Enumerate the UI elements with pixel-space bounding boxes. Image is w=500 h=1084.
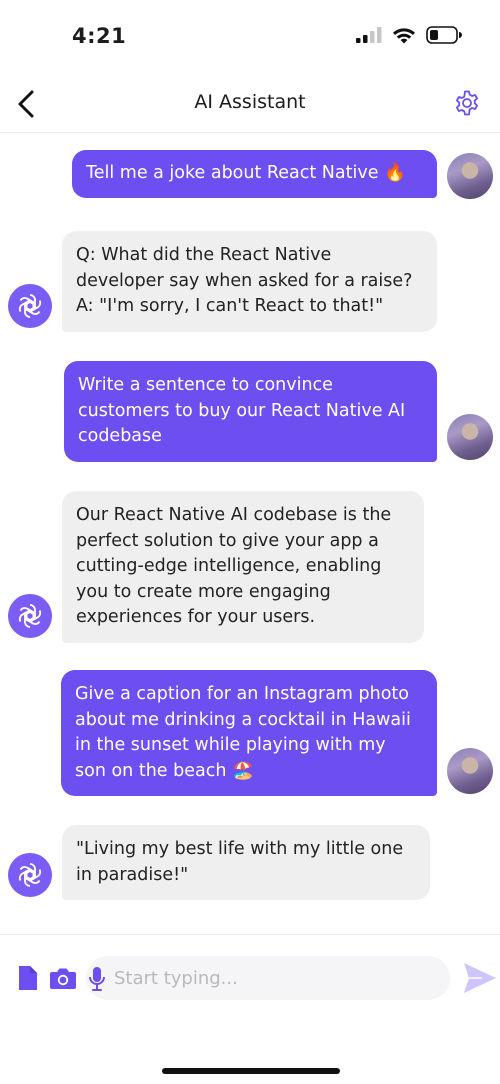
home-indicator [162,1068,340,1074]
message-input[interactable] [86,956,450,1000]
assistant-avatar [8,594,52,638]
openai-logo-icon [18,604,42,628]
user-avatar [447,153,493,199]
message-line: Tell me a joke about React Native 🔥 [86,163,406,183]
message-line: Give a caption for an Instagram photo [75,684,410,704]
openai-logo-icon [18,294,42,318]
send-button[interactable] [462,961,498,995]
send-icon [464,963,496,993]
message-line: developer say when asked for a raise? [76,270,413,291]
chat-header: AI Assistant [0,76,500,133]
message-line: A: "I'm sorry, I can't React to that!" [76,296,384,316]
status-icons [356,26,462,44]
message-line: son on the beach 🏖️ [75,760,254,781]
attach-file-button[interactable] [14,963,42,993]
page-title: AI Assistant [194,91,306,113]
status-bar: 4:21 [0,0,500,76]
battery-icon [426,26,462,44]
message-line: customers to buy our React Native AI [78,400,406,421]
message-line: you to create more engaging [76,581,331,602]
user-message: Tell me a joke about React Native 🔥 [72,150,437,198]
gear-icon [456,90,478,116]
signal-icon [356,27,382,43]
settings-button[interactable] [452,88,482,118]
message-line: codebase [78,426,162,446]
message-line: perfect solution to give your app a [76,530,379,551]
file-icon [19,966,37,990]
user-avatar [447,414,493,460]
microphone-icon [89,967,105,991]
message-line: "Living my best life with my little one [76,839,404,859]
camera-icon [50,968,76,989]
assistant-avatar [8,853,52,897]
user-message: Give a caption for an Instagram photo ab… [61,670,437,796]
message-line: experiences for your users. [76,607,316,627]
chat-messages[interactable]: Tell me a joke about React Native 🔥 Q: W… [0,132,500,932]
user-message: Write a sentence to convince customers t… [64,361,437,462]
assistant-avatar [8,284,52,328]
message-line: in the sunset while playing with my [75,735,386,755]
message-line: Our React Native AI codebase is the [76,505,392,525]
user-avatar [447,748,493,794]
assistant-message: "Living my best life with my little one … [62,825,430,900]
camera-button[interactable] [48,965,78,991]
microphone-button[interactable] [86,965,108,993]
composer-bar [0,934,500,1025]
wifi-icon [393,27,415,43]
message-line: in paradise!" [76,864,189,885]
message-line: Write a sentence to convince [78,375,333,395]
status-time: 4:21 [72,24,127,48]
assistant-message: Q: What did the React Native developer s… [62,231,437,332]
openai-logo-icon [18,863,42,887]
message-line: Q: What did the React Native [76,245,332,265]
assistant-message: Our React Native AI codebase is the perf… [62,491,424,643]
message-line: about me drinking a cocktail in Hawaii [75,709,411,730]
message-line: cutting-edge intelligence, enabling [76,556,382,576]
